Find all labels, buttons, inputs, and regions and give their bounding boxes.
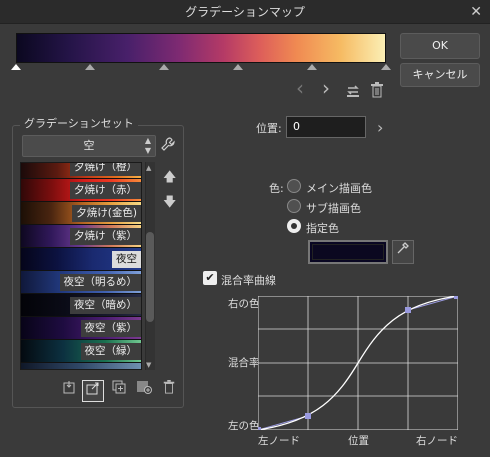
scroll-thumb[interactable]	[146, 232, 154, 322]
gradient-list-item-label: 夜空（緑）	[80, 343, 141, 360]
select-arrows-icon: ▲ ▼	[144, 136, 151, 155]
radio-sub-color[interactable]	[287, 199, 301, 213]
scroll-up-icon[interactable]: ▲	[146, 164, 151, 172]
curve-x-left-label: 左ノード	[258, 435, 300, 447]
curve-checkbox[interactable]: ✔	[203, 271, 217, 285]
import-icon[interactable]	[58, 380, 80, 402]
gradient-list-item[interactable]	[21, 363, 141, 369]
gradient-stop-marker[interactable]	[159, 64, 169, 70]
gradient-set-title: グラデーションセット	[20, 115, 138, 131]
radio-main-color[interactable]	[287, 179, 301, 193]
blend-curve-graph[interactable]	[255, 293, 460, 433]
close-icon[interactable]: ✕	[470, 0, 482, 24]
radio-sub-color-label: サブ描画色	[306, 202, 361, 215]
position-input[interactable]: 0	[286, 116, 366, 138]
next-node-icon[interactable]: ›	[322, 78, 330, 98]
position-arrow-icon[interactable]: ›	[377, 118, 383, 137]
radio-specified-color-label: 指定色	[306, 222, 339, 235]
color-label: 色:	[269, 182, 284, 195]
color-swatch[interactable]	[308, 240, 388, 264]
curve-y-bottom-label: 左の色	[228, 420, 260, 432]
title-bar: グラデーションマップ ✕	[0, 0, 490, 24]
curve-x-right-label: 右ノード	[416, 435, 458, 447]
gradient-list-item-label: 夕焼け(金色)	[72, 205, 141, 222]
gradient-stop-marker[interactable]	[85, 64, 95, 70]
wrench-icon[interactable]	[160, 136, 176, 156]
position-label: 位置:	[256, 122, 282, 135]
duplicate-icon[interactable]	[108, 380, 130, 402]
gradient-stop-marker[interactable]	[307, 64, 317, 70]
curve-y-top-label: 右の色	[228, 298, 260, 310]
gradient-list-item[interactable]: 夕焼け（紫）	[21, 225, 141, 248]
gradient-list-item[interactable]: 夕焼け（橙）	[21, 163, 141, 179]
move-down-icon[interactable]: 🡇	[163, 193, 176, 215]
curve-y-mid-label: 混合率	[228, 357, 260, 369]
export-icon[interactable]	[82, 380, 104, 402]
gradient-list-item[interactable]: 夕焼け(金色)	[21, 202, 141, 225]
radio-main-color-label: メイン描画色	[306, 182, 372, 195]
color-swatch-fill	[312, 244, 384, 260]
gradient-list-item[interactable]: 夕焼け（赤）	[21, 179, 141, 202]
curve-checkbox-label: 混合率曲線	[221, 274, 276, 287]
gradient-list-item-label: 夜空（紫）	[80, 320, 141, 337]
gradient-stop-marker[interactable]	[381, 64, 391, 70]
gradient-list-item-label: 夜空（暗め）	[70, 297, 141, 314]
flip-icon[interactable]	[345, 82, 361, 101]
move-up-icon[interactable]: 🡅	[163, 168, 176, 190]
cancel-button[interactable]: キャンセル	[400, 63, 480, 87]
curve-x-mid-label: 位置	[348, 435, 369, 447]
trash-icon[interactable]	[158, 380, 180, 402]
window-title: グラデーションマップ	[185, 5, 305, 19]
gradient-list-item-label: 夜空	[112, 251, 141, 268]
gradient-list-item-label: 夕焼け（紫）	[70, 228, 141, 245]
gradient-list-item[interactable]: 夜空（緑）	[21, 340, 141, 363]
gradient-list-item[interactable]: 夜空（明るめ）	[21, 271, 141, 294]
gradient-set-value: 空	[83, 139, 95, 152]
gradient-preview[interactable]	[16, 33, 386, 63]
gradient-list-item[interactable]: 夜空（紫）	[21, 317, 141, 340]
gradient-list[interactable]: 夕焼け（橙） 夕焼け（赤） 夕焼け(金色) 夕焼け（紫） 夜空夜空（明るめ） 夜空（暗め）…	[20, 162, 142, 370]
gradient-stop-marker[interactable]	[233, 64, 243, 70]
gradient-stop-marker[interactable]	[11, 64, 21, 70]
prev-node-icon[interactable]: ‹	[296, 78, 304, 98]
ok-button[interactable]: OK	[400, 33, 480, 59]
gradient-list-item-label: 夜空（明るめ）	[59, 274, 141, 291]
gradient-set-select[interactable]: 空 ▲ ▼	[22, 135, 156, 157]
gradient-list-item[interactable]: 夜空	[21, 248, 141, 271]
delete-node-icon[interactable]	[370, 82, 384, 101]
eyedropper-icon[interactable]	[392, 240, 414, 264]
radio-specified-color[interactable]	[287, 219, 301, 233]
gradient-list-item-label: 夕焼け（赤）	[70, 182, 141, 199]
gradient-list-item-label: 夕焼け（橙）	[70, 163, 141, 176]
gradient-swatch	[21, 363, 141, 369]
gradient-list-item[interactable]: 夜空（暗め）	[21, 294, 141, 317]
add-set-icon[interactable]	[133, 380, 155, 402]
scroll-down-icon[interactable]: ▼	[146, 361, 151, 369]
